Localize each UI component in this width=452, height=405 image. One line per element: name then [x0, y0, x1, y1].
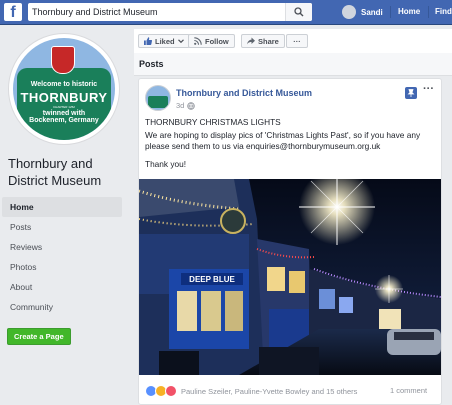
avatar	[342, 5, 356, 19]
search-bar	[28, 3, 312, 21]
comments-count-link[interactable]: 1 comment	[390, 386, 427, 395]
liked-button[interactable]: Liked	[138, 34, 190, 48]
sidebar-item-photos[interactable]: Photos	[2, 257, 122, 277]
sign-twinned-text: twinned with Bockenem, Germany	[13, 110, 115, 124]
posts-section-title: Posts	[139, 59, 164, 69]
search-button[interactable]	[285, 3, 312, 21]
post-card: Thornbury and District Museum 3d ··· THO…	[138, 78, 442, 405]
christmas-lights-street-photo: DEEP BLUE	[139, 179, 441, 375]
reaction-summary[interactable]: Pauline Szeiler, Pauline-Yvette Bowley a…	[145, 384, 357, 398]
post-timestamp[interactable]: 3d	[176, 101, 196, 110]
thumbs-up-icon	[144, 37, 152, 45]
sign-charter-text: CHARTER 1252	[53, 105, 75, 109]
post-body: We are hoping to display pics of 'Christ…	[145, 130, 421, 151]
more-actions-button[interactable]: ···	[286, 34, 308, 48]
follow-label: Follow	[205, 36, 229, 46]
page-sidebar: Welcome to historic THORNBURY CHARTER 12…	[0, 25, 130, 403]
nav-divider	[428, 6, 429, 18]
share-button[interactable]: Share	[241, 34, 285, 48]
sidebar-item-posts[interactable]: Posts	[2, 217, 122, 237]
posts-section-header: Posts	[134, 53, 452, 76]
liked-label: Liked	[155, 36, 175, 46]
page-title: Thornbury and District Museum	[8, 156, 102, 188]
user-name: Sandi	[361, 7, 383, 17]
post-author-link[interactable]: Thornbury and District Museum	[176, 88, 312, 98]
magnifier-icon	[294, 7, 304, 17]
search-input[interactable]	[28, 3, 284, 21]
sidebar-item-about[interactable]: About	[2, 277, 122, 297]
post-photo[interactable]: DEEP BLUE	[139, 179, 441, 375]
follow-button[interactable]: Follow	[188, 34, 235, 48]
nav-home-link[interactable]: Home	[398, 7, 420, 16]
nav-find-link[interactable]: Find	[435, 7, 452, 16]
top-bar: f Sandi Home Find	[0, 0, 452, 25]
love-reaction-icon	[165, 385, 177, 397]
sign-twinned-line-2: Bockenem, Germany	[29, 117, 99, 124]
sign-welcome-text: Welcome to historic	[30, 81, 98, 88]
share-arrow-icon	[247, 37, 255, 45]
page-profile-picture[interactable]: Welcome to historic THORNBURY CHARTER 12…	[8, 33, 120, 145]
post-closing: Thank you!	[145, 159, 187, 169]
sidebar-item-community[interactable]: Community	[2, 297, 122, 317]
share-label: Share	[258, 36, 279, 46]
page-action-bar: Liked Follow Share ···	[134, 29, 452, 54]
nav-profile-link[interactable]: Sandi	[342, 4, 383, 20]
sign-twinned-line-1: twinned with	[42, 110, 86, 117]
nav-divider	[390, 6, 391, 18]
post-time-text: 3d	[176, 101, 185, 110]
post-headline: THORNBURY CHRISTMAS LIGHTS	[145, 117, 281, 127]
avatar-sign-shape	[148, 96, 168, 108]
reactors-text: Pauline Szeiler, Pauline-Yvette Bowley a…	[181, 386, 358, 396]
post-options-button[interactable]: ···	[423, 83, 434, 95]
sidebar-item-home[interactable]: Home	[2, 197, 122, 217]
create-page-button[interactable]: Create a Page	[7, 328, 71, 345]
page-menu: Home Posts Reviews Photos About Communit…	[2, 197, 122, 317]
crest-icon	[51, 46, 75, 74]
globe-icon	[187, 101, 196, 110]
town-sign-image: Welcome to historic THORNBURY CHARTER 12…	[13, 38, 115, 140]
facebook-logo-icon[interactable]: f	[4, 3, 22, 21]
shop-sign-text: DEEP BLUE	[189, 275, 235, 284]
rss-icon	[194, 37, 202, 45]
sign-town-text: THORNBURY	[20, 90, 108, 105]
pinned-post-icon	[405, 87, 417, 99]
chevron-down-icon	[177, 39, 184, 44]
post-author-avatar[interactable]	[145, 85, 171, 111]
sidebar-item-reviews[interactable]: Reviews	[2, 237, 122, 257]
